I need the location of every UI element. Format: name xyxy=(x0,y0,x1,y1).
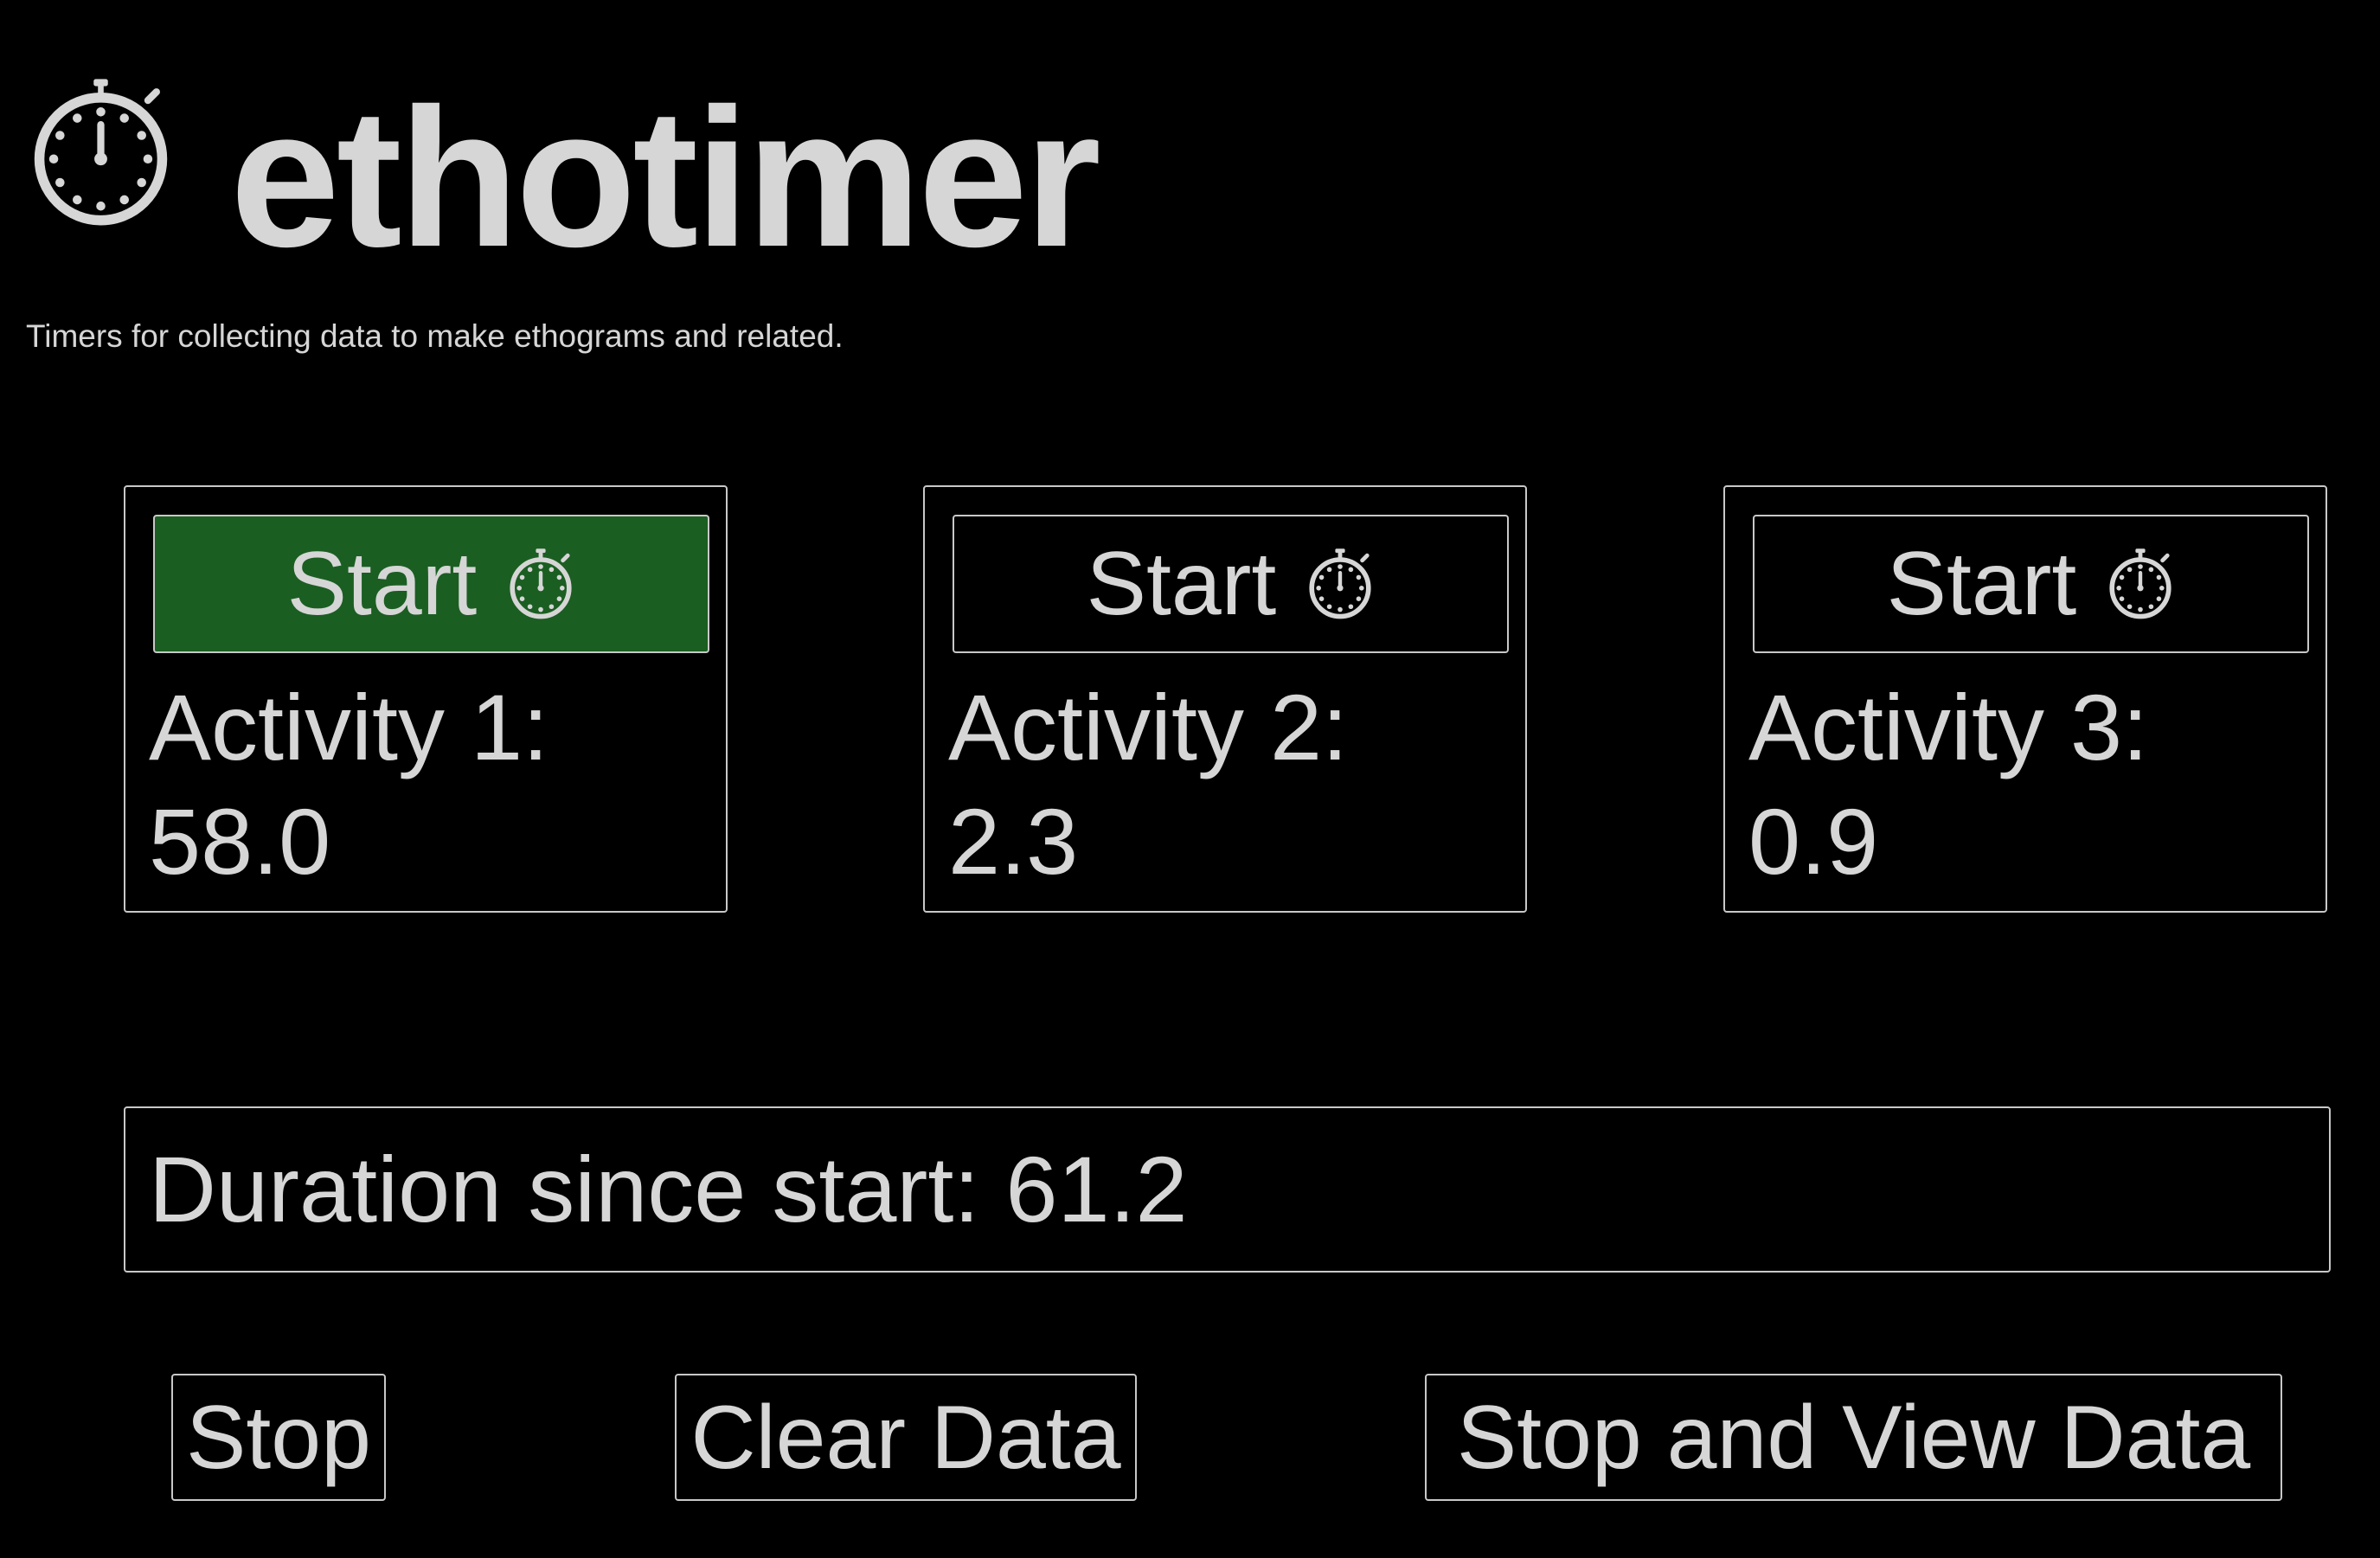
stop-and-view-data-button[interactable]: Stop and View Data xyxy=(1425,1374,2282,1501)
start-button-activity-2[interactable]: Start xyxy=(953,515,1509,653)
activity-card-1: Start Activity 1: 58.0 xyxy=(124,485,728,913)
app-page: ethotimer Timers for collecting data to … xyxy=(0,0,2380,1558)
stopwatch-icon xyxy=(2109,548,2172,619)
activity-value: 58.0 xyxy=(149,788,331,894)
stopwatch-icon xyxy=(1309,548,1371,619)
duration-label: Duration since start: xyxy=(149,1137,980,1241)
activity-card-2: Start Activity 2: 2.3 xyxy=(923,485,1527,913)
duration-value: 61.2 xyxy=(1005,1137,1188,1241)
start-button-label: Start xyxy=(286,534,478,634)
activity-value: 0.9 xyxy=(1748,788,1879,894)
activity-name: Activity 1: xyxy=(149,675,549,779)
duration-text: Duration since start: 61.2 xyxy=(149,1143,1188,1236)
start-button-label: Start xyxy=(1886,534,2077,634)
start-button-activity-1[interactable]: Start xyxy=(153,515,709,653)
app-title: ethotimer xyxy=(230,68,1101,288)
stop-button[interactable]: Stop xyxy=(171,1374,386,1501)
activity-timer-3: Activity 3: 0.9 xyxy=(1748,670,2148,899)
start-button-activity-3[interactable]: Start xyxy=(1753,515,2309,653)
duration-display: Duration since start: 61.2 xyxy=(124,1106,2331,1273)
clear-data-button[interactable]: Clear Data xyxy=(675,1374,1137,1501)
stopwatch-icon xyxy=(34,78,168,225)
activity-timer-1: Activity 1: 58.0 xyxy=(149,670,548,899)
activity-value: 2.3 xyxy=(948,788,1079,894)
activity-timer-2: Activity 2: 2.3 xyxy=(948,670,1348,899)
app-subtitle: Timers for collecting data to make ethog… xyxy=(26,318,844,354)
activity-name: Activity 2: xyxy=(948,675,1349,779)
start-button-label: Start xyxy=(1086,534,1277,634)
stopwatch-icon xyxy=(510,548,572,619)
activity-card-3: Start Activity 3: 0.9 xyxy=(1723,485,2327,913)
app-header: ethotimer xyxy=(29,69,1101,277)
activity-name: Activity 3: xyxy=(1748,675,2149,779)
